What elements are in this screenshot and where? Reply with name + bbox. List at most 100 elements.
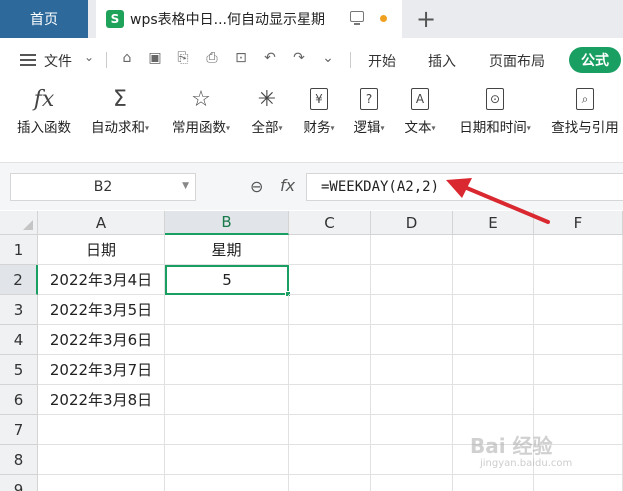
save-icon[interactable]: ▣ xyxy=(146,50,164,66)
home-tab[interactable]: 首页 xyxy=(0,0,88,38)
row-header-3[interactable]: 3 xyxy=(0,295,38,325)
cell-c5[interactable] xyxy=(289,355,371,385)
cell-a4[interactable]: 2022年3月6日 xyxy=(38,325,165,355)
row-header-2[interactable]: 2 xyxy=(0,265,38,295)
fx-icon[interactable]: fx xyxy=(280,176,295,195)
financial-button[interactable]: ¥ 财务▾ xyxy=(296,82,342,146)
text-button[interactable]: A 文本▾ xyxy=(397,82,443,146)
cell-b4[interactable] xyxy=(165,325,289,355)
cell-c4[interactable] xyxy=(289,325,371,355)
cell-f4[interactable] xyxy=(534,325,623,355)
cell-c2[interactable] xyxy=(289,265,371,295)
cell-c8[interactable] xyxy=(289,445,371,475)
cell-e9[interactable] xyxy=(453,475,534,491)
undo-icon[interactable]: ↶ xyxy=(261,50,279,66)
cell-d4[interactable] xyxy=(371,325,453,355)
cell-d1[interactable] xyxy=(371,235,453,265)
cell-e2[interactable] xyxy=(453,265,534,295)
new-tab-plus-icon[interactable]: + xyxy=(416,5,436,33)
column-header-e[interactable]: E xyxy=(453,211,534,235)
zoom-icon[interactable]: ⊖ xyxy=(250,177,263,196)
row-header-7[interactable]: 7 xyxy=(0,415,38,445)
autosum-button[interactable]: Σ 自动求和▾ xyxy=(84,82,156,146)
cell-c6[interactable] xyxy=(289,385,371,415)
lookup-reference-button[interactable]: ⌕ 查找与引用 xyxy=(547,82,623,146)
insert-function-button[interactable]: fx 插入函数 xyxy=(12,82,76,146)
cell-c1[interactable] xyxy=(289,235,371,265)
cell-c7[interactable] xyxy=(289,415,371,445)
row-header-9[interactable]: 9 xyxy=(0,475,38,491)
cell-f5[interactable] xyxy=(534,355,623,385)
cell-b7[interactable] xyxy=(165,415,289,445)
cell-a5[interactable]: 2022年3月7日 xyxy=(38,355,165,385)
tab-page-layout[interactable]: 页面布局 xyxy=(489,51,545,71)
date-time-button[interactable]: ⊙ 日期和时间▾ xyxy=(450,82,540,146)
formula-input[interactable]: =WEEKDAY(A2,2) xyxy=(306,173,623,201)
column-header-b[interactable]: B xyxy=(165,211,289,235)
print-preview-icon[interactable]: ⊡ xyxy=(232,50,250,66)
cell-f2[interactable] xyxy=(534,265,623,295)
cell-f6[interactable] xyxy=(534,385,623,415)
cell-d3[interactable] xyxy=(371,295,453,325)
cell-e5[interactable] xyxy=(453,355,534,385)
tab-insert[interactable]: 插入 xyxy=(428,51,456,71)
redo-icon[interactable]: ↷ xyxy=(290,50,308,66)
cell-a7[interactable] xyxy=(38,415,165,445)
customize-dropdown-icon[interactable]: ⌄ xyxy=(319,50,337,66)
tab-formulas[interactable]: 公式 xyxy=(569,47,621,73)
name-box[interactable]: B2 ▼ xyxy=(10,173,196,201)
file-menu[interactable]: 文件 xyxy=(44,51,72,71)
common-functions-button[interactable]: ☆ 常用函数▾ xyxy=(164,82,238,146)
column-header-c[interactable]: C xyxy=(289,211,371,235)
cell-d7[interactable] xyxy=(371,415,453,445)
cell-f1[interactable] xyxy=(534,235,623,265)
cell-d2[interactable] xyxy=(371,265,453,295)
row-header-1[interactable]: 1 xyxy=(0,235,38,265)
select-all-corner[interactable] xyxy=(0,211,38,235)
row-header-4[interactable]: 4 xyxy=(0,325,38,355)
cell-b5[interactable] xyxy=(165,355,289,385)
cell-e6[interactable] xyxy=(453,385,534,415)
watermark-url: jingyan.baidu.com xyxy=(480,458,573,469)
cell-f3[interactable] xyxy=(534,295,623,325)
tab-home[interactable]: 开始 xyxy=(368,51,396,71)
row-header-6[interactable]: 6 xyxy=(0,385,38,415)
cell-b3[interactable] xyxy=(165,295,289,325)
all-functions-button[interactable]: ✳ 全部▾ xyxy=(245,82,289,146)
chevron-down-icon[interactable]: ▼ xyxy=(182,181,189,191)
cell-d6[interactable] xyxy=(371,385,453,415)
cell-b6[interactable] xyxy=(165,385,289,415)
chevron-down-icon[interactable]: ⌄ xyxy=(84,50,94,64)
monitor-icon[interactable] xyxy=(350,11,364,25)
cell-b9[interactable] xyxy=(165,475,289,491)
cell-a2[interactable]: 2022年3月4日 xyxy=(38,265,165,295)
cell-a6[interactable]: 2022年3月8日 xyxy=(38,385,165,415)
cell-f9[interactable] xyxy=(534,475,623,491)
logical-button[interactable]: ? 逻辑▾ xyxy=(346,82,392,146)
open-folder-icon[interactable]: ⌂ xyxy=(118,50,136,66)
cell-d8[interactable] xyxy=(371,445,453,475)
row-header-8[interactable]: 8 xyxy=(0,445,38,475)
cell-a8[interactable] xyxy=(38,445,165,475)
cell-e1[interactable] xyxy=(453,235,534,265)
row-header-5[interactable]: 5 xyxy=(0,355,38,385)
column-header-f[interactable]: F xyxy=(534,211,623,235)
cell-e4[interactable] xyxy=(453,325,534,355)
cell-a9[interactable] xyxy=(38,475,165,491)
cell-e3[interactable] xyxy=(453,295,534,325)
cell-d9[interactable] xyxy=(371,475,453,491)
cell-c3[interactable] xyxy=(289,295,371,325)
print-icon[interactable]: ⎙ xyxy=(203,50,221,66)
cell-b2[interactable]: 5 xyxy=(165,265,289,295)
cell-b8[interactable] xyxy=(165,445,289,475)
cell-b1[interactable]: 星期 xyxy=(165,235,289,265)
export-icon[interactable]: ⎘ xyxy=(174,50,192,66)
hamburger-menu-icon[interactable] xyxy=(20,54,36,66)
cell-a3[interactable]: 2022年3月5日 xyxy=(38,295,165,325)
document-tab[interactable]: S wps表格中日...何自动显示星期 xyxy=(96,0,402,38)
cell-c9[interactable] xyxy=(289,475,371,491)
cell-d5[interactable] xyxy=(371,355,453,385)
cell-a1[interactable]: 日期 xyxy=(38,235,165,265)
column-header-d[interactable]: D xyxy=(371,211,453,235)
column-header-a[interactable]: A xyxy=(38,211,165,235)
